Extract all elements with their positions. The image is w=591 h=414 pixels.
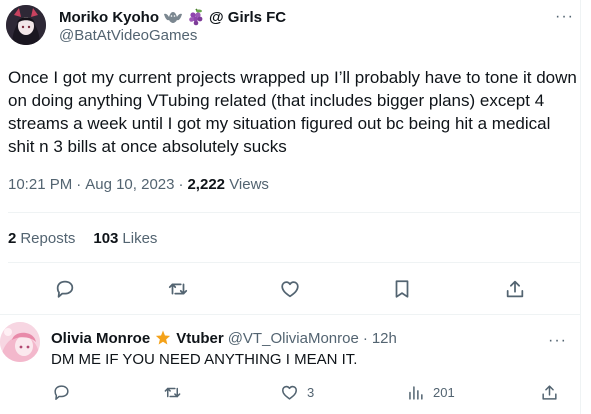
author-name[interactable]: Moriko Kyoho <box>59 9 159 26</box>
likes-count: 103 <box>93 230 119 247</box>
star-badge-icon <box>154 329 172 347</box>
reply-text: DM ME IF YOU NEED ANYTHING I MEAN IT. <box>51 351 358 368</box>
like-button[interactable] <box>278 277 302 301</box>
column-border <box>580 0 581 414</box>
reply-reply-button[interactable] <box>52 382 71 402</box>
tweet-meta: 10:21 PM · Aug 10, 2023 · 2,222 Views <box>8 176 269 193</box>
meta-separator: · <box>178 176 184 193</box>
views-stat: 2,222 Views <box>187 176 268 193</box>
reply-separator: · <box>362 329 368 347</box>
views-label: Views <box>229 176 269 193</box>
author-handle[interactable]: @BatAtVideoGames <box>59 27 197 44</box>
reply-views-button[interactable]: 201 <box>406 382 455 402</box>
reply-more-options-button[interactable]: ··· <box>548 332 567 350</box>
reply-author-avatar[interactable] <box>0 322 40 362</box>
share-icon <box>542 384 557 400</box>
grapes-emoji-icon <box>187 8 205 26</box>
bat-emoji-icon <box>163 10 183 24</box>
reply-header: Olivia Monroe Vtuber @VT_OliviaMonroe · … <box>51 329 397 347</box>
tweet-text: Once I got my current projects wrapped u… <box>8 68 577 156</box>
divider <box>8 212 580 213</box>
reply-views-count: 201 <box>433 384 455 400</box>
reply-like-button[interactable]: 3 <box>280 382 314 402</box>
bookmark-button[interactable] <box>390 277 414 301</box>
reply-author-name[interactable]: Olivia Monroe <box>51 330 150 347</box>
reply-button[interactable] <box>53 277 77 301</box>
tweet-date[interactable]: Aug 10, 2023 <box>85 176 174 193</box>
like-icon <box>282 385 297 400</box>
meta-separator: · <box>76 176 82 193</box>
likes-stat[interactable]: 103 Likes <box>93 230 157 247</box>
reposts-stat[interactable]: 2 Reposts <box>8 230 75 247</box>
share-icon <box>506 280 524 298</box>
engagement-stats: 2 Reposts 103 Likes <box>8 230 157 247</box>
tweet-detail-view: Moriko Kyoho @ Girls FC @BatAtVideoGames… <box>0 0 591 414</box>
reposts-label: Reposts <box>20 230 76 247</box>
views-icon <box>409 385 423 400</box>
tweet-time[interactable]: 10:21 PM <box>8 176 72 193</box>
reply-age[interactable]: 12h <box>372 330 397 347</box>
reposts-count: 2 <box>8 230 17 247</box>
reply-author-handle[interactable]: @VT_OliviaMonroe <box>228 330 359 347</box>
reply-icon <box>54 384 69 400</box>
author-name-suffix: @ Girls FC <box>209 8 287 26</box>
more-options-button[interactable]: ··· <box>555 8 574 26</box>
author-avatar[interactable] <box>6 5 46 45</box>
likes-label: Likes <box>122 230 158 247</box>
repost-button[interactable] <box>166 277 190 301</box>
divider <box>8 262 580 263</box>
repost-icon <box>164 387 181 397</box>
reply-repost-button[interactable] <box>163 382 182 402</box>
like-icon <box>281 281 299 298</box>
repost-icon <box>168 283 188 295</box>
reply-icon <box>56 280 74 298</box>
reply-share-button[interactable] <box>540 382 559 402</box>
views-count: 2,222 <box>187 176 226 193</box>
author-name-row: Moriko Kyoho @ Girls FC <box>59 7 286 27</box>
bookmark-icon <box>395 280 409 298</box>
reply-like-count: 3 <box>307 384 315 400</box>
share-button[interactable] <box>503 277 527 301</box>
divider <box>0 314 580 315</box>
reply-badge-label: Vtuber <box>176 329 224 347</box>
